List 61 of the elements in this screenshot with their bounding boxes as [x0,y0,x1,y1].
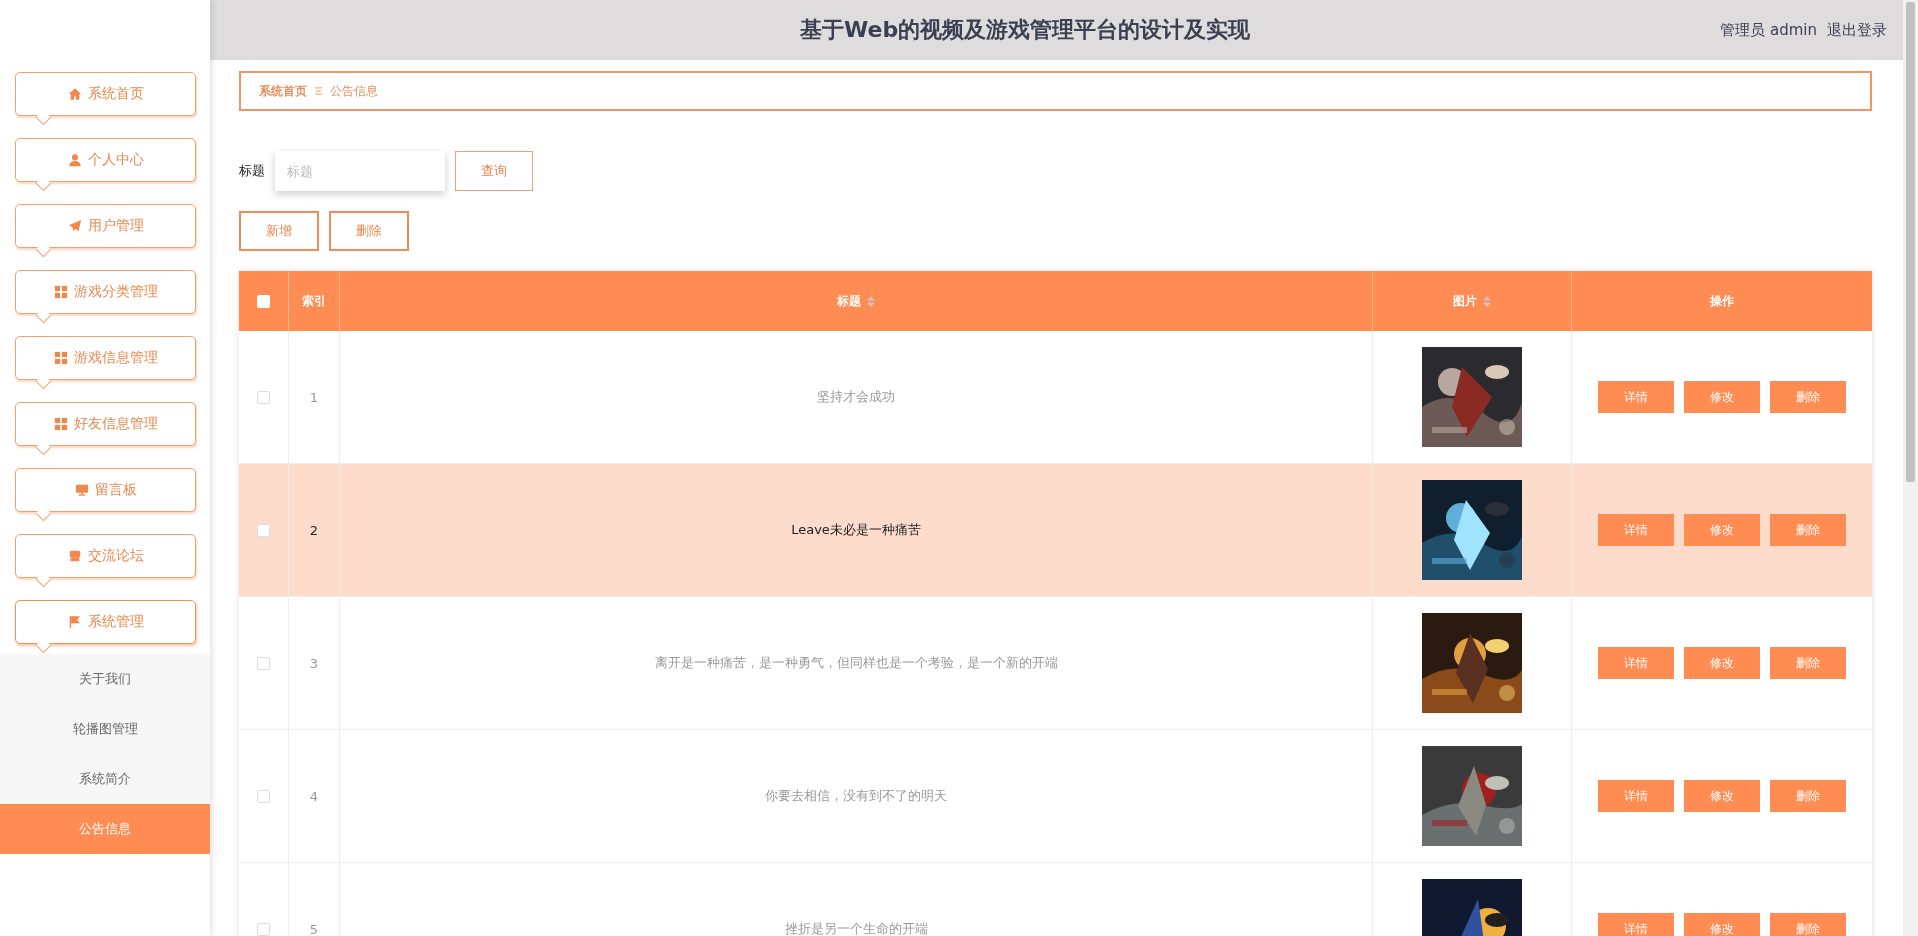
delete-button[interactable]: 删除 [1770,913,1846,936]
title-cell: 坚持才会成功 [817,388,895,406]
row-checkbox[interactable] [257,656,270,670]
edit-button[interactable]: 修改 [1684,381,1760,413]
table-row[interactable]: 2 Leave未必是一种痛苦 详情 修改 删除 [239,464,1872,597]
row-checkbox[interactable] [257,789,270,803]
delete-button[interactable]: 删除 [1770,780,1846,812]
grid-icon [53,351,68,365]
title-cell: 你要去相信，没有到不了的明天 [765,787,947,805]
column-header: 标题 [837,292,861,310]
breadcrumb-link[interactable]: 公告信息 [330,82,378,100]
grid-icon [53,285,68,299]
delete-button[interactable]: 删除 [1770,381,1846,413]
row-checkbox[interactable] [257,922,270,936]
delete-button[interactable]: 删除 [329,211,409,251]
submenu-item[interactable]: 关于我们 [0,654,210,704]
add-button[interactable]: 新增 [239,211,319,251]
index-cell: 2 [309,522,319,538]
delete-button[interactable]: 删除 [1770,514,1846,546]
edit-button[interactable]: 修改 [1684,647,1760,679]
sort-icon[interactable] [867,295,875,307]
index-cell: 5 [309,921,319,936]
table-row[interactable]: 1 坚持才会成功 详情 修改 删除 [239,331,1872,464]
submenu-item[interactable]: 系统简介 [0,754,210,804]
edit-button[interactable]: 修改 [1684,514,1760,546]
logout-link[interactable]: 退出登录 [1827,20,1887,40]
query-button[interactable]: 查询 [455,151,533,191]
home-icon [67,87,82,101]
store-icon [67,549,82,563]
index-cell: 3 [309,655,319,671]
details-button[interactable]: 详情 [1598,647,1674,679]
edit-button[interactable]: 修改 [1684,780,1760,812]
edit-button[interactable]: 修改 [1684,913,1760,936]
details-button[interactable]: 详情 [1598,381,1674,413]
column-header: 图片 [1453,292,1477,310]
sort-icon[interactable] [1483,295,1491,307]
submenu-item[interactable]: 公告信息 [0,804,210,854]
row-checkbox[interactable] [257,523,270,537]
title-search-field[interactable]: 标题 [275,151,445,191]
index-cell: 4 [309,788,319,804]
row-checkbox[interactable] [257,390,270,404]
details-button[interactable]: 详情 [1598,913,1674,936]
submenu-item[interactable]: 轮播图管理 [0,704,210,754]
delete-button[interactable]: 删除 [1770,647,1846,679]
index-cell: 1 [309,389,319,405]
table-row[interactable]: 4 你要去相信，没有到不了的明天 详情 修改 删除 [239,730,1872,863]
details-button[interactable]: 详情 [1598,514,1674,546]
flag-icon [67,615,82,629]
select-all-checkbox[interactable] [257,294,270,308]
paper-plane-icon [67,219,82,233]
column-header: 索引 [302,292,326,310]
user-label: 管理员 admin [1720,20,1817,40]
monitor-icon [74,483,89,497]
grid-icon [53,417,68,431]
app-title: 基于Web的视频及游戏管理平台的设计及实现 [799,16,1252,44]
user-icon [67,153,82,167]
breadcrumb-link[interactable]: 系统首页 [259,82,307,100]
title-cell: Leave未必是一种痛苦 [791,521,921,539]
details-button[interactable]: 详情 [1598,780,1674,812]
column-header: 操作 [1710,292,1734,310]
search-label: 标题 [239,162,265,180]
